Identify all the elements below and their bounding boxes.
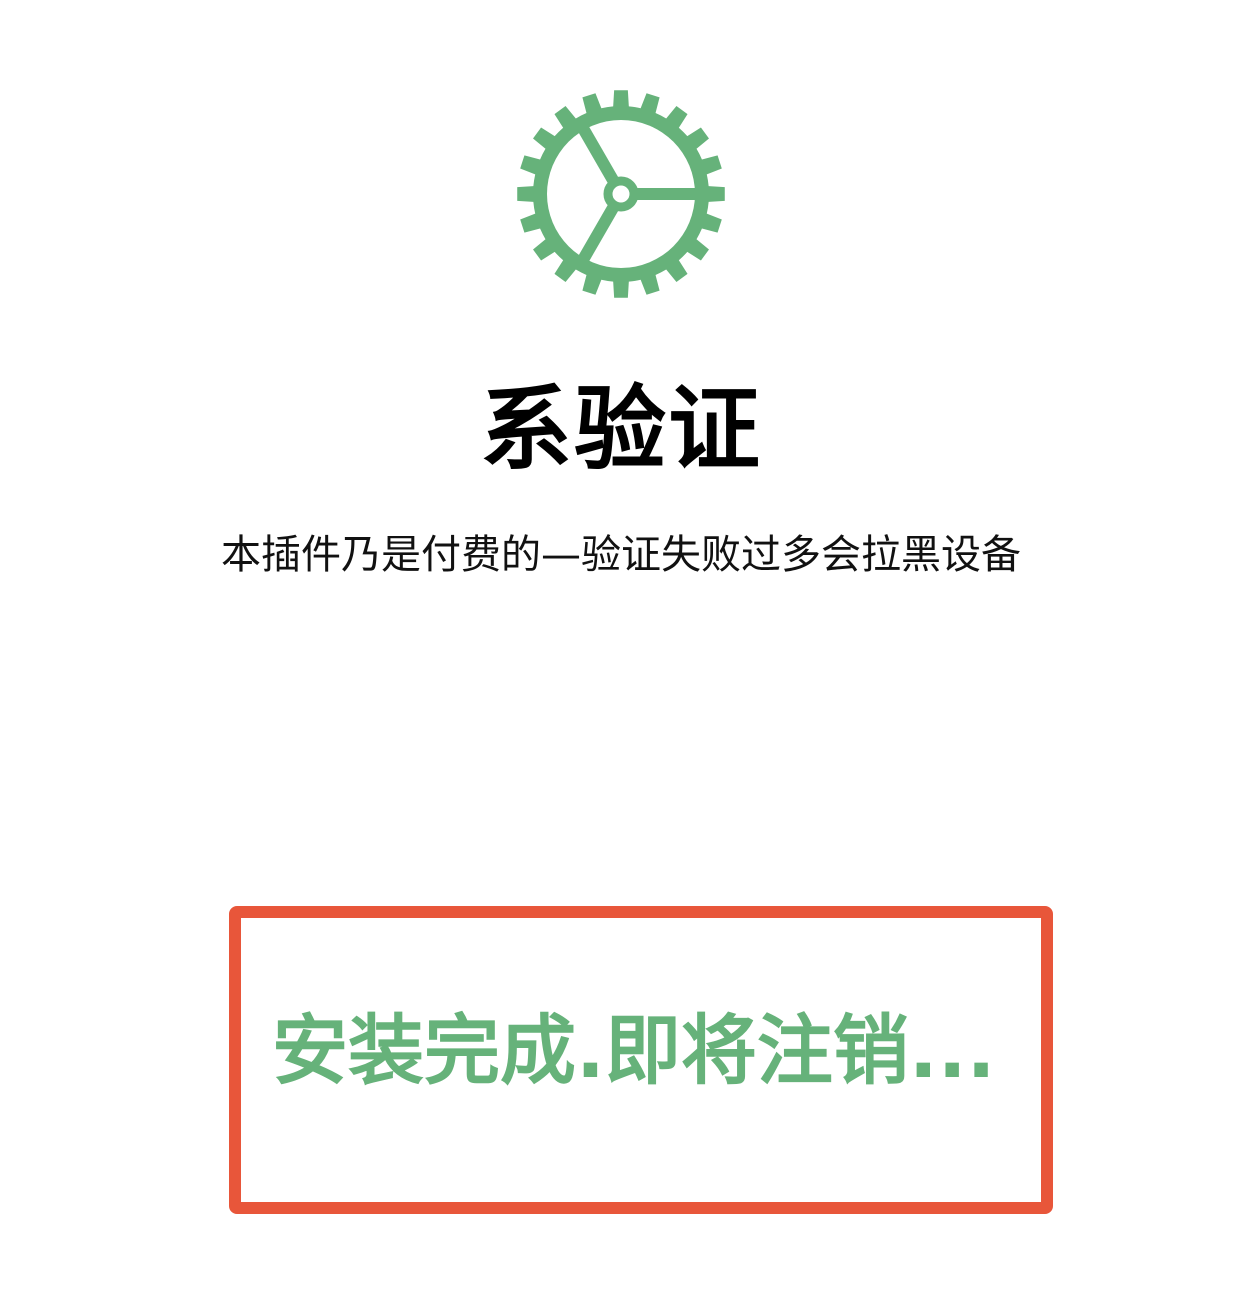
page-title: 系验证 (479, 376, 762, 483)
page-subtitle: 本插件乃是付费的—验证失败过多会拉黑设备 (221, 532, 1021, 578)
gear-icon (515, 88, 727, 300)
status-message: 安装完成.即将注销... (272, 1006, 996, 1095)
